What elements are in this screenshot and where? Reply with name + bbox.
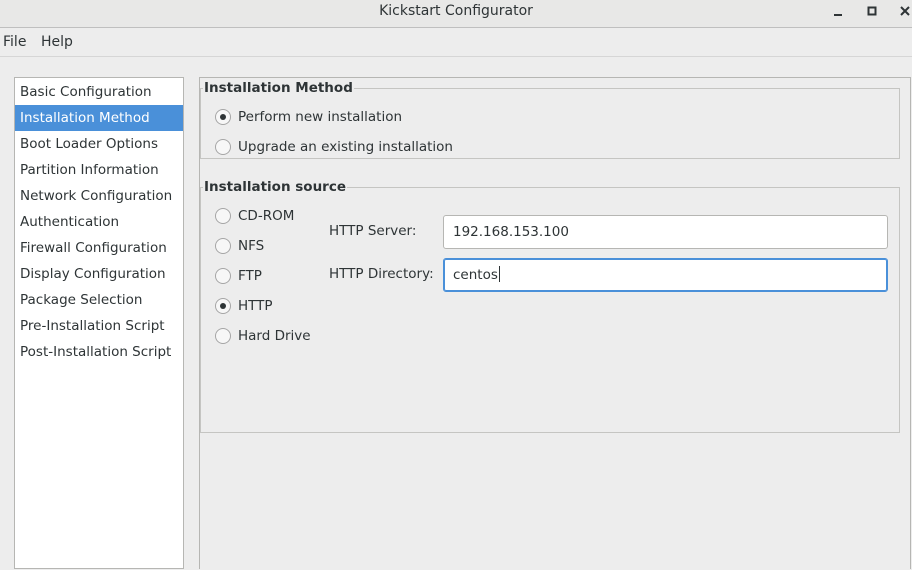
sidebar-item-network-configuration[interactable]: Network Configuration bbox=[15, 183, 183, 209]
http-directory-value: centos bbox=[453, 267, 498, 283]
sidebar-item-post-installation-script[interactable]: Post-Installation Script bbox=[15, 339, 183, 365]
http-server-input[interactable]: 192.168.153.100 bbox=[443, 215, 888, 249]
sidebar-item-basic-configuration[interactable]: Basic Configuration bbox=[15, 79, 183, 105]
radio-nfs[interactable]: NFS bbox=[215, 236, 264, 256]
radio-indicator[interactable] bbox=[215, 139, 231, 155]
http-directory-label: HTTP Directory: bbox=[329, 266, 434, 282]
radio-indicator[interactable] bbox=[215, 208, 231, 224]
sidebar-item-partition-information[interactable]: Partition Information bbox=[15, 157, 183, 183]
radio-label: CD-ROM bbox=[238, 208, 295, 224]
radio-label: FTP bbox=[238, 268, 262, 284]
menu-help[interactable]: Help bbox=[41, 28, 73, 57]
sidebar-item-package-selection[interactable]: Package Selection bbox=[15, 287, 183, 313]
minimize-icon[interactable] bbox=[827, 2, 849, 20]
http-directory-input[interactable]: centos bbox=[443, 258, 888, 292]
radio-upgrade-existing-installation[interactable]: Upgrade an existing installation bbox=[215, 137, 453, 157]
radio-indicator[interactable] bbox=[215, 109, 231, 125]
radio-indicator[interactable] bbox=[215, 268, 231, 284]
sidebar-item-display-configuration[interactable]: Display Configuration bbox=[15, 261, 183, 287]
text-cursor bbox=[498, 266, 500, 282]
installation-source-title: Installation source bbox=[203, 179, 348, 195]
window-title: Kickstart Configurator bbox=[379, 3, 533, 19]
menu-bar: File Help bbox=[0, 28, 912, 57]
radio-indicator[interactable] bbox=[215, 238, 231, 254]
sidebar-item-authentication[interactable]: Authentication bbox=[15, 209, 183, 235]
http-server-value: 192.168.153.100 bbox=[453, 224, 569, 240]
radio-cdrom[interactable]: CD-ROM bbox=[215, 206, 294, 226]
http-server-label: HTTP Server: bbox=[329, 223, 417, 239]
sidebar: Basic Configuration Installation Method … bbox=[14, 77, 184, 569]
radio-indicator[interactable] bbox=[215, 328, 231, 344]
radio-label: HTTP bbox=[238, 298, 273, 314]
menu-file[interactable]: File bbox=[3, 28, 26, 57]
radio-http[interactable]: HTTP bbox=[215, 296, 273, 316]
radio-label: NFS bbox=[238, 238, 265, 254]
radio-indicator[interactable] bbox=[215, 298, 231, 314]
content-panel: Installation Method Perform new installa… bbox=[199, 77, 911, 569]
sidebar-item-firewall-configuration[interactable]: Firewall Configuration bbox=[15, 235, 183, 261]
radio-perform-new-installation[interactable]: Perform new installation bbox=[215, 107, 402, 127]
maximize-icon[interactable] bbox=[861, 2, 883, 20]
radio-label: Upgrade an existing installation bbox=[238, 139, 453, 155]
radio-label: Perform new installation bbox=[238, 109, 403, 125]
radio-label: Hard Drive bbox=[238, 328, 311, 344]
radio-ftp[interactable]: FTP bbox=[215, 266, 262, 286]
radio-hard-drive[interactable]: Hard Drive bbox=[215, 326, 311, 346]
installation-method-title: Installation Method bbox=[203, 80, 354, 96]
sidebar-item-pre-installation-script[interactable]: Pre-Installation Script bbox=[15, 313, 183, 339]
sidebar-item-boot-loader-options[interactable]: Boot Loader Options bbox=[15, 131, 183, 157]
sidebar-item-installation-method[interactable]: Installation Method bbox=[15, 105, 183, 131]
title-bar: Kickstart Configurator bbox=[0, 0, 912, 28]
close-icon[interactable] bbox=[894, 2, 912, 20]
